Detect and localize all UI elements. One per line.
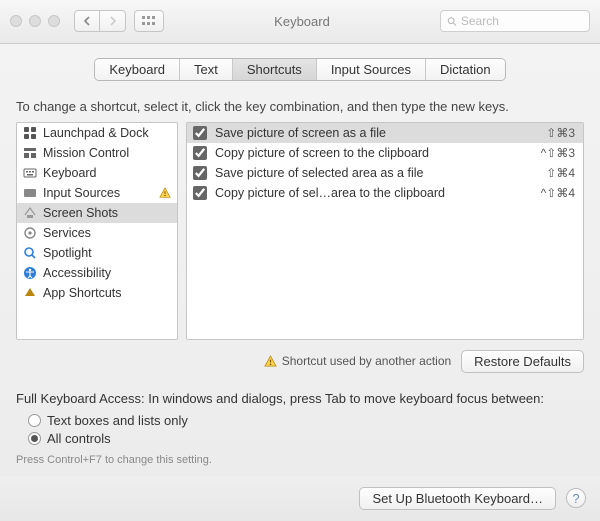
zoom-dot[interactable]	[48, 15, 60, 27]
screenshot-icon	[23, 206, 37, 220]
appshortcut-icon	[23, 286, 37, 300]
category-label: App Shortcuts	[43, 286, 122, 300]
search-input[interactable]	[461, 14, 583, 28]
search-icon	[447, 16, 457, 27]
shortcut-row[interactable]: Save picture of screen as a file ⇧⌘3	[187, 123, 583, 143]
radio-button[interactable]	[28, 414, 41, 427]
fka-option[interactable]: All controls	[28, 430, 584, 448]
category-item-accessibility[interactable]: Accessibility	[17, 263, 177, 283]
category-label: Keyboard	[43, 166, 97, 180]
window-controls	[10, 15, 60, 27]
shortcut-row[interactable]: Save picture of selected area as a file ⇧…	[187, 163, 583, 183]
shortcut-combo[interactable]: ⇧⌘4	[546, 166, 575, 180]
instruction-text: To change a shortcut, select it, click t…	[16, 99, 584, 114]
tab-shortcuts[interactable]: Shortcuts	[233, 59, 317, 80]
shortcut-row[interactable]: Copy picture of sel…area to the clipboar…	[187, 183, 583, 203]
category-item-services[interactable]: Services	[17, 223, 177, 243]
category-label: Screen Shots	[43, 206, 118, 220]
accessibility-icon	[23, 266, 37, 280]
keyboard-icon	[23, 166, 37, 180]
shortcut-checkbox[interactable]	[193, 186, 207, 200]
shortcut-combo[interactable]: ^⇧⌘3	[541, 146, 575, 160]
mission-icon	[23, 146, 37, 160]
category-label: Mission Control	[43, 146, 129, 160]
category-label: Services	[43, 226, 91, 240]
shortcut-row[interactable]: Copy picture of screen to the clipboard ^…	[187, 143, 583, 163]
footer: Set Up Bluetooth Keyboard… ?	[0, 476, 600, 521]
shortcut-desc: Save picture of screen as a file	[215, 126, 538, 140]
category-label: Spotlight	[43, 246, 92, 260]
titlebar: Keyboard	[0, 0, 600, 44]
fka-intro: Full Keyboard Access: In windows and dia…	[16, 391, 584, 406]
shortcut-checkbox[interactable]	[193, 146, 207, 160]
category-item-launchpad-dock[interactable]: Launchpad & Dock	[17, 123, 177, 143]
radio-button[interactable]	[28, 432, 41, 445]
category-label: Input Sources	[43, 186, 120, 200]
spotlight-icon	[23, 246, 37, 260]
fka-radio-group: Text boxes and lists only All controls	[28, 412, 584, 448]
warning-note-text: Shortcut used by another action	[282, 354, 451, 368]
tabs: KeyboardTextShortcutsInput SourcesDictat…	[94, 58, 505, 81]
forward-button[interactable]	[100, 10, 126, 32]
nav-buttons	[74, 10, 126, 32]
shortcut-combo[interactable]: ^⇧⌘4	[541, 186, 575, 200]
category-item-keyboard[interactable]: Keyboard	[17, 163, 177, 183]
fka-option-label: Text boxes and lists only	[47, 413, 188, 428]
shortcut-desc: Save picture of selected area as a file	[215, 166, 538, 180]
category-list[interactable]: Launchpad & Dock Mission Control Keyboard I…	[16, 122, 178, 340]
category-item-spotlight[interactable]: Spotlight	[17, 243, 177, 263]
warning-icon	[159, 187, 171, 199]
tab-keyboard[interactable]: Keyboard	[95, 59, 180, 80]
tab-text[interactable]: Text	[180, 59, 233, 80]
category-label: Accessibility	[43, 266, 111, 280]
category-item-input-sources[interactable]: Input Sources	[17, 183, 177, 203]
input-icon	[23, 186, 37, 200]
shortcut-checkbox[interactable]	[193, 166, 207, 180]
shortcut-checkbox[interactable]	[193, 126, 207, 140]
launchpad-icon	[23, 126, 37, 140]
warning-note: Shortcut used by another action	[264, 354, 451, 368]
fka-option-label: All controls	[47, 431, 111, 446]
warning-icon	[264, 355, 277, 368]
tab-dictation[interactable]: Dictation	[426, 59, 505, 80]
category-item-app-shortcuts[interactable]: App Shortcuts	[17, 283, 177, 303]
shortcut-desc: Copy picture of screen to the clipboard	[215, 146, 533, 160]
shortcut-desc: Copy picture of sel…area to the clipboar…	[215, 186, 533, 200]
fka-hint: Press Control+F7 to change this setting.	[16, 454, 584, 466]
help-button[interactable]: ?	[566, 488, 586, 508]
category-label: Launchpad & Dock	[43, 126, 149, 140]
back-button[interactable]	[74, 10, 100, 32]
setup-bluetooth-button[interactable]: Set Up Bluetooth Keyboard…	[359, 487, 556, 510]
shortcut-list[interactable]: Save picture of screen as a file ⇧⌘3 Copy …	[186, 122, 584, 340]
services-icon	[23, 226, 37, 240]
fka-option[interactable]: Text boxes and lists only	[28, 412, 584, 430]
window-title: Keyboard	[172, 14, 432, 29]
close-dot[interactable]	[10, 15, 22, 27]
show-all-button[interactable]	[134, 10, 164, 32]
category-item-screen-shots[interactable]: Screen Shots	[17, 203, 177, 223]
search-field[interactable]	[440, 10, 590, 32]
shortcut-combo[interactable]: ⇧⌘3	[546, 126, 575, 140]
minimize-dot[interactable]	[29, 15, 41, 27]
category-item-mission-control[interactable]: Mission Control	[17, 143, 177, 163]
restore-defaults-button[interactable]: Restore Defaults	[461, 350, 584, 373]
tab-input-sources[interactable]: Input Sources	[317, 59, 426, 80]
